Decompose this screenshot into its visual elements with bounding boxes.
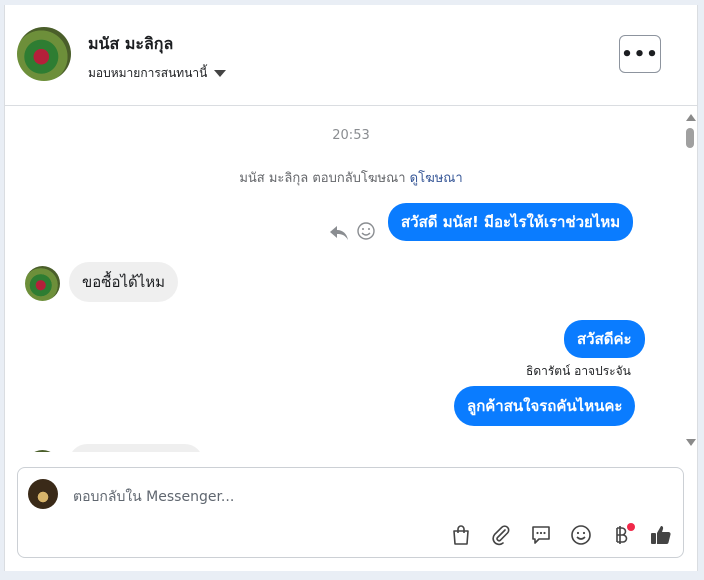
more-icon: ••• bbox=[621, 43, 659, 65]
scroll-down-arrow-icon[interactable] bbox=[686, 439, 696, 446]
message-timestamp: 20:53 bbox=[332, 128, 370, 143]
thumbs-up-icon[interactable] bbox=[649, 523, 673, 547]
message-bubble-incoming[interactable]: ขอซื้อได้ไหม bbox=[69, 262, 179, 302]
reply-input[interactable]: ตอบกลับใน Messenger... bbox=[73, 486, 234, 508]
page-avatar bbox=[28, 479, 58, 509]
notification-dot bbox=[627, 523, 635, 531]
contact-avatar-small bbox=[25, 266, 60, 301]
message-bubble-outgoing[interactable]: สวัสดีค่ะ bbox=[564, 320, 645, 358]
reply-icon[interactable] bbox=[328, 223, 350, 243]
sender-name: ธิดารัตน์ อาจประจัน bbox=[526, 364, 631, 378]
thread-scrollbar[interactable] bbox=[684, 106, 697, 452]
message-thread[interactable]: 20:53 มนัส มะลิกุล ตอบกลับโฆษณา ดูโฆษณา … bbox=[5, 106, 697, 452]
caret-down-icon bbox=[214, 70, 227, 77]
view-ad-link[interactable]: ดูโฆษณา bbox=[410, 171, 463, 186]
ad-reply-notice: มนัส มะลิกุล ตอบกลับโฆษณา ดูโฆษณา bbox=[5, 167, 697, 188]
contact-avatar[interactable] bbox=[17, 27, 71, 81]
shopping-bag-icon[interactable] bbox=[449, 523, 473, 547]
conversation-panel: มนัส มะลิกุล มอบหมายการสนทนานี้ ••• 20:5… bbox=[4, 5, 698, 571]
assign-label: มอบหมายการสนทนานี้ bbox=[88, 66, 208, 80]
message-bubble-outgoing[interactable]: สวัสดี มนัส! มีอะไรให้เราช่วยไหม bbox=[388, 203, 634, 241]
paperclip-icon[interactable] bbox=[489, 523, 513, 547]
message-bubble-incoming[interactable] bbox=[69, 444, 203, 452]
react-emoji-icon[interactable] bbox=[356, 221, 376, 241]
conversation-header: มนัส มะลิกุล มอบหมายการสนทนานี้ ••• bbox=[5, 5, 697, 106]
saved-reply-icon[interactable] bbox=[529, 523, 553, 547]
contact-name[interactable]: มนัส มะลิกุล bbox=[88, 32, 173, 57]
assign-conversation-dropdown[interactable]: มอบหมายการสนทนานี้ bbox=[88, 64, 227, 83]
contact-avatar-small bbox=[25, 450, 60, 452]
message-bubble-outgoing[interactable]: ลูกค้าสนใจรถคันไหนคะ bbox=[454, 386, 636, 426]
message-composer[interactable]: ตอบกลับใน Messenger... bbox=[17, 467, 684, 558]
ad-reply-text: มนัส มะลิกุล ตอบกลับโฆษณา bbox=[239, 171, 406, 186]
more-options-button[interactable]: ••• bbox=[619, 35, 661, 73]
scroll-thumb[interactable] bbox=[686, 128, 694, 148]
scroll-up-arrow-icon[interactable] bbox=[686, 114, 696, 121]
emoji-icon[interactable] bbox=[569, 523, 593, 547]
